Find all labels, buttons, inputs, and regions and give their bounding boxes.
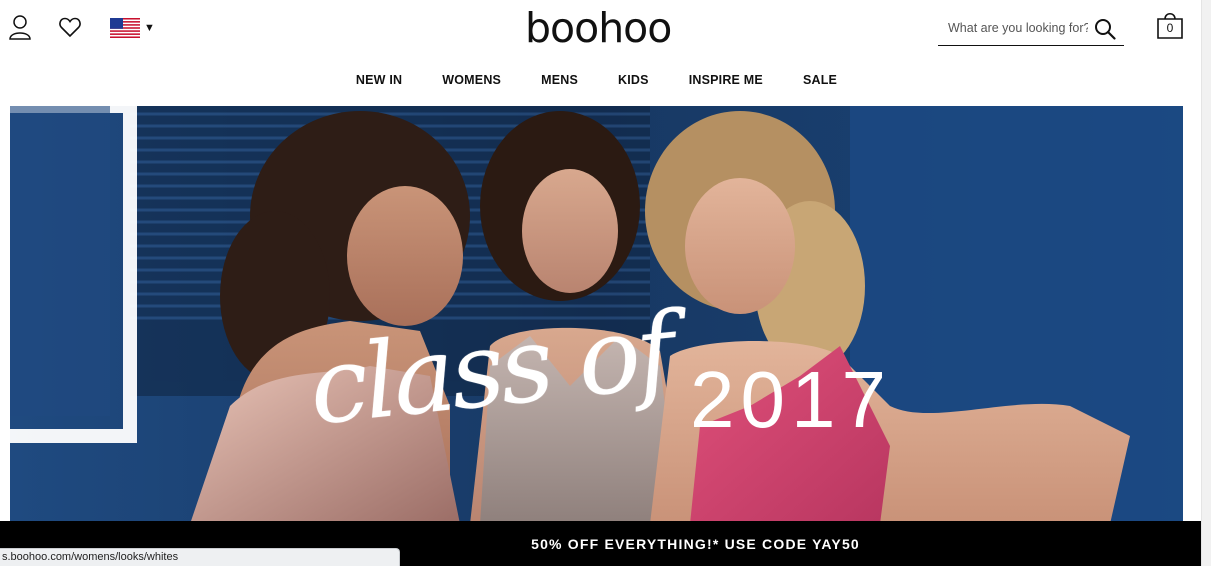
nav-item-inspire-me[interactable]: INSPIRE ME [669,68,783,94]
search-input[interactable] [938,20,1088,35]
heart-icon[interactable] [58,15,82,39]
chevron-down-icon: ▼ [144,21,155,34]
nav-item-kids[interactable]: KIDS [598,68,669,94]
site-header: ▼ boohoo 0 NEW IN WOMENS MENS KIDS INSPI… [0,0,1211,106]
nav-item-new-in[interactable]: NEW IN [336,68,422,94]
boohoo-logo[interactable]: boohoo [525,6,672,50]
hero-banner[interactable]: class of 2017 [10,106,1183,524]
search-icon[interactable] [1094,18,1116,40]
shopping-bag-button[interactable]: 0 [1156,10,1184,40]
nav-item-mens[interactable]: MENS [521,68,598,94]
country-selector[interactable]: ▼ [110,17,155,39]
promo-text: 50% OFF EVERYTHING!* USE CODE YAY50 [531,535,860,552]
hero-year-title: 2017 [690,355,892,444]
search-box [938,10,1124,46]
main-nav: NEW IN WOMENS MENS KIDS INSPIRE ME SALE [0,68,1193,94]
page-scrollbar[interactable] [1201,0,1211,566]
nav-item-sale[interactable]: SALE [783,68,857,94]
account-icon[interactable] [8,14,32,40]
bag-count: 0 [1166,21,1174,35]
us-flag-icon [110,18,140,38]
nav-item-womens[interactable]: WOMENS [422,68,521,94]
browser-status-url: s.boohoo.com/womens/looks/whites [0,548,400,566]
